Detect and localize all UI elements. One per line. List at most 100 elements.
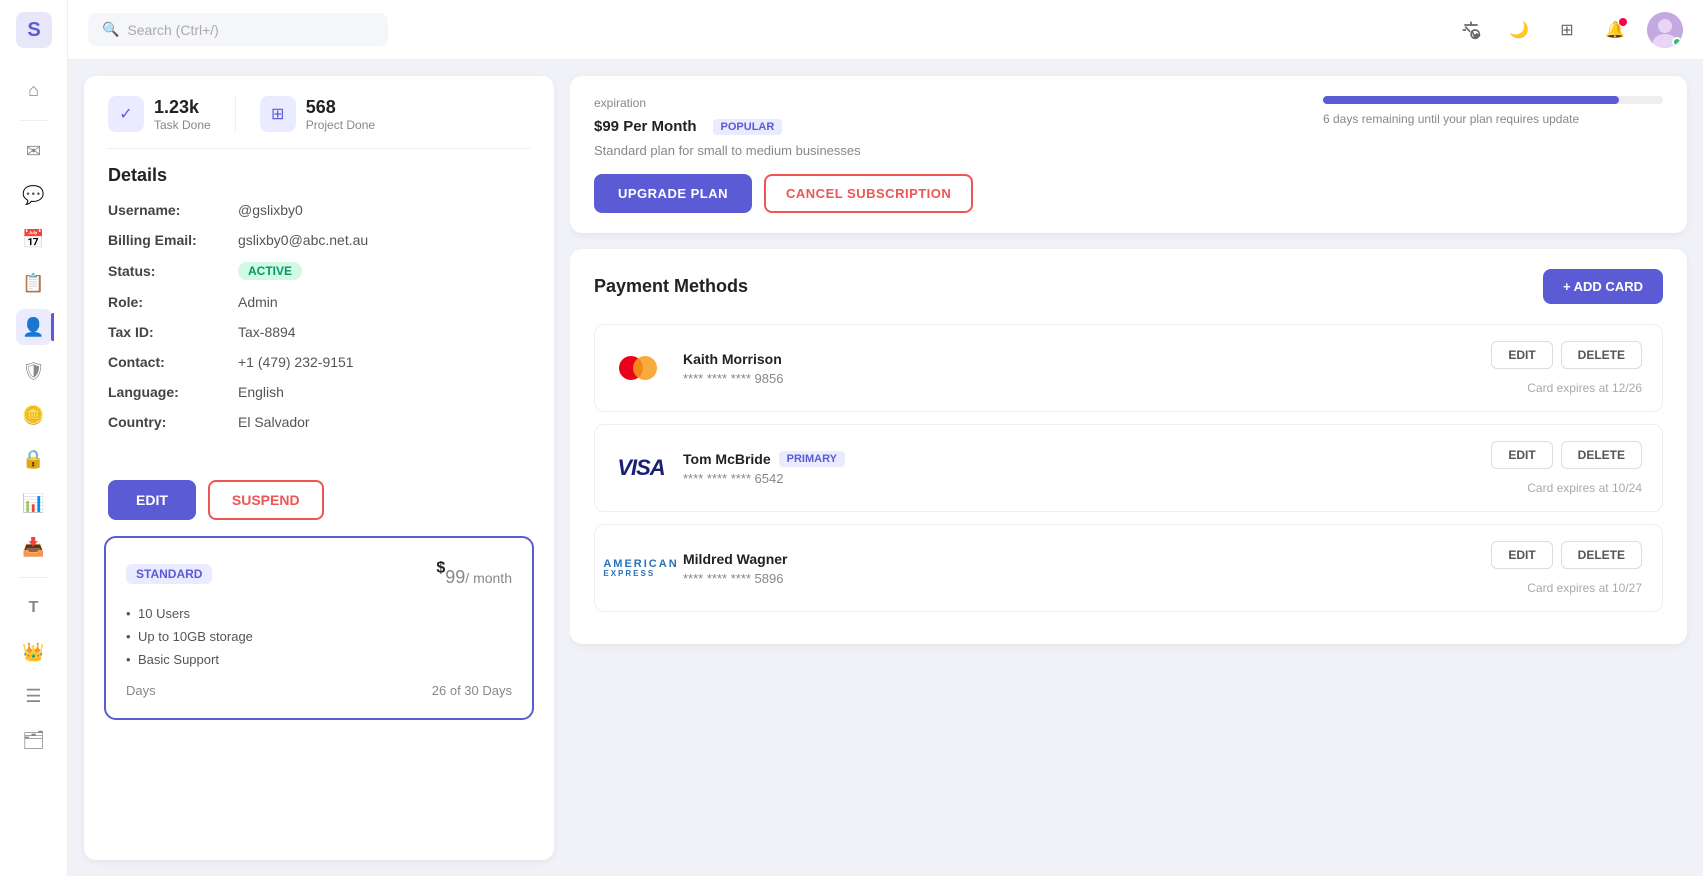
edit-button[interactable]: EDIT [108, 480, 196, 520]
project-done-label: Project Done [306, 118, 375, 132]
left-panel: ✓ 1.23k Task Done ⊞ 568 Project Done [84, 76, 554, 860]
progress-bar-inner [1323, 96, 1619, 104]
page-body: ✓ 1.23k Task Done ⊞ 568 Project Done [68, 60, 1703, 876]
translate-icon[interactable] [1455, 14, 1487, 46]
mastercard-actions: EDIT DELETE Card expires at 12/26 [1491, 341, 1642, 395]
action-buttons: EDIT SUSPEND [84, 464, 554, 536]
amex-number: **** **** **** 5896 [683, 571, 1491, 586]
stat-project-text: 568 Project Done [306, 97, 375, 132]
sidebar-item-layers[interactable]: ☰ [16, 678, 52, 714]
visa-edit-button[interactable]: EDIT [1491, 441, 1552, 469]
sidebar-item-home[interactable]: ⌂ [16, 72, 52, 108]
plan-progress-row: Days 26 of 30 Days [126, 683, 512, 698]
visa-name: Tom McBride PRIMARY [683, 451, 1491, 467]
sidebar-item-notes[interactable]: 📋 [16, 265, 52, 301]
visa-actions: EDIT DELETE Card expires at 10/24 [1491, 441, 1642, 495]
dark-mode-icon[interactable]: 🌙 [1503, 14, 1535, 46]
payment-title: Payment Methods [594, 276, 748, 297]
days-label: Days [126, 683, 156, 698]
app-logo[interactable]: S [16, 12, 52, 48]
stat-task-done: ✓ 1.23k Task Done [108, 96, 211, 132]
cancel-subscription-button[interactable]: CANCEL SUBSCRIPTION [764, 174, 973, 213]
task-done-label: Task Done [154, 118, 211, 132]
plan-features: 10 Users Up to 10GB storage Basic Suppor… [126, 606, 512, 667]
country-value: El Salvador [238, 414, 310, 430]
suspend-button[interactable]: SUSPEND [208, 480, 324, 520]
amex-logo: AMERICAN EXPRESS [615, 550, 667, 586]
topbar-right: 🌙 ⊞ 🔔 [1455, 12, 1683, 48]
notification-dot [1619, 18, 1627, 26]
payment-card: Payment Methods + ADD CARD [570, 249, 1687, 644]
plan-card: STANDARD $99/ month 10 Users Up to 10GB … [104, 536, 534, 720]
sidebar-item-crown[interactable]: 👑 [16, 634, 52, 670]
mastercard-edit-button[interactable]: EDIT [1491, 341, 1552, 369]
grid-icon[interactable]: ⊞ [1551, 14, 1583, 46]
detail-username: Username: @gslixby0 [108, 202, 530, 218]
sidebar-item-users[interactable]: 👤 [16, 309, 52, 345]
upgrade-plan-button[interactable]: UPGRADE PLAN [594, 174, 752, 213]
amex-line2: EXPRESS [603, 570, 678, 578]
stats-divider [235, 96, 236, 132]
amex-edit-button[interactable]: EDIT [1491, 541, 1552, 569]
amex-line1: AMERICAN [603, 559, 678, 570]
plan-price: $99/ month [436, 558, 512, 590]
username-label: Username: [108, 202, 238, 218]
plan-feature-1: 10 Users [126, 606, 512, 621]
sidebar-item-archive[interactable]: 🗂 [16, 722, 52, 758]
plan-price-symbol: $ [436, 560, 445, 577]
add-card-button[interactable]: + ADD CARD [1543, 269, 1663, 304]
primary-badge: PRIMARY [779, 451, 845, 467]
plan-badge: STANDARD [126, 564, 212, 584]
status-label: Status: [108, 263, 238, 279]
mc-circle-right [633, 356, 657, 380]
mastercard-expire: Card expires at 12/26 [1527, 381, 1642, 395]
plan-feature-2: Up to 10GB storage [126, 629, 512, 644]
stat-project-done: ⊞ 568 Project Done [260, 96, 375, 132]
contact-label: Contact: [108, 354, 238, 370]
amex-info: Mildred Wagner **** **** **** 5896 [683, 551, 1491, 586]
plan-action-buttons: UPGRADE PLAN CANCEL SUBSCRIPTION [594, 174, 973, 213]
content-area: 🔍 Search (Ctrl+/) 🌙 ⊞ 🔔 [68, 0, 1703, 876]
sidebar-item-lock[interactable]: 🔒 [16, 441, 52, 477]
detail-role: Role: Admin [108, 294, 530, 310]
tax-id-label: Tax ID: [108, 324, 238, 340]
sidebar-item-mail[interactable]: ✉ [16, 133, 52, 169]
sidebar-item-calendar[interactable]: 📅 [16, 221, 52, 257]
amex-actions: EDIT DELETE Card expires at 10/27 [1491, 541, 1642, 595]
sidebar-item-chat[interactable]: 💬 [16, 177, 52, 213]
mastercard-delete-button[interactable]: DELETE [1561, 341, 1642, 369]
plan-header: STANDARD $99/ month [126, 558, 512, 590]
avatar[interactable] [1647, 12, 1683, 48]
contact-value: +1 (479) 232-9151 [238, 354, 354, 370]
visa-delete-button[interactable]: DELETE [1561, 441, 1642, 469]
card-item-visa: VISA Tom McBride PRIMARY **** **** **** … [594, 424, 1663, 512]
plan-info-row: $99 Per Month POPULAR [594, 118, 973, 135]
amex-delete-button[interactable]: DELETE [1561, 541, 1642, 569]
card-item-mastercard: Kaith Morrison **** **** **** 9856 EDIT … [594, 324, 1663, 412]
progress-bar-outer [1323, 96, 1663, 104]
stats-row: ✓ 1.23k Task Done ⊞ 568 Project Done [84, 76, 554, 148]
mastercard-logo [615, 350, 667, 386]
sidebar-item-download[interactable]: 📥 [16, 529, 52, 565]
visa-action-row: EDIT DELETE [1491, 441, 1642, 469]
search-box[interactable]: 🔍 Search (Ctrl+/) [88, 13, 388, 46]
sidebar-item-text[interactable]: T [16, 590, 52, 626]
sidebar-item-reports[interactable]: 📊 [16, 485, 52, 521]
sidebar-item-billing[interactable]: 🪙 [16, 397, 52, 433]
mastercard-action-row: EDIT DELETE [1491, 341, 1642, 369]
details-title: Details [108, 148, 530, 186]
project-done-icon: ⊞ [260, 96, 296, 132]
sidebar-item-security[interactable]: 🛡 [16, 353, 52, 389]
mastercard-circles [619, 354, 663, 382]
visa-text: VISA [617, 455, 664, 481]
topbar: 🔍 Search (Ctrl+/) 🌙 ⊞ 🔔 [68, 0, 1703, 60]
amex-name: Mildred Wagner [683, 551, 1491, 567]
detail-language: Language: English [108, 384, 530, 400]
visa-number: **** **** **** 6542 [683, 471, 1491, 486]
plan-info-left: expiration $99 Per Month POPULAR Standar… [594, 96, 973, 213]
task-done-value: 1.23k [154, 97, 211, 118]
notification-icon[interactable]: 🔔 [1599, 14, 1631, 46]
plan-info-top: expiration $99 Per Month POPULAR Standar… [594, 96, 1663, 213]
card-item-amex: AMERICAN EXPRESS Mildred Wagner **** ***… [594, 524, 1663, 612]
plan-feature-3: Basic Support [126, 652, 512, 667]
